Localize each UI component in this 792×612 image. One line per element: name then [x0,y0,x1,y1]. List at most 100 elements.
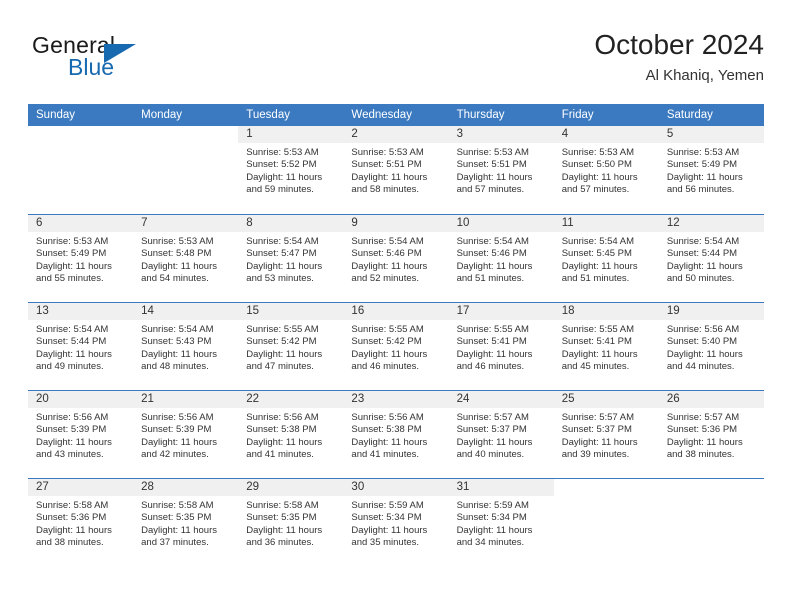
calendar-day-cell[interactable]: 21 Sunrise: 5:56 AM Sunset: 5:39 PM Dayligh… [133,391,239,478]
calendar-day-cell-empty [28,126,134,214]
page-header: General Blue October 2024 Al Khaniq, Yem… [28,28,764,94]
daylight-text-line2: and 51 minutes. [561,273,630,285]
calendar-day-cell[interactable]: 4 Sunrise: 5:53 AM Sunset: 5:50 PM Daylight… [553,126,659,214]
day-number: 17 [456,305,470,317]
daylight-text-line2: and 52 minutes. [351,273,420,285]
sunrise-text: Sunrise: 5:54 AM [36,324,109,335]
sunset-text: Sunset: 5:45 PM [561,248,632,260]
day-number: 19 [666,305,680,317]
day-number: 5 [666,128,674,140]
calendar-page: General Blue October 2024 Al Khaniq, Yem… [0,0,792,612]
sunrise-text: Sunrise: 5:59 AM [456,500,529,511]
calendar-day-cell[interactable]: 9 Sunrise: 5:54 AM Sunset: 5:46 PM Daylight… [343,215,449,302]
day-number-band: 5 [658,126,764,143]
day-number-band: 20 [28,391,134,408]
daylight-text-line2: and 48 minutes. [141,361,209,373]
title-block: October 2024 Al Khaniq, Yemen [594,28,764,87]
sunrise-text: Sunrise: 5:57 AM [561,412,635,423]
day-number: 12 [666,217,680,229]
sunset-text: Sunset: 5:49 PM [36,248,107,260]
calendar-day-cell[interactable]: 16 Sunrise: 5:55 AM Sunset: 5:42 PM Dayligh… [343,303,449,390]
calendar-day-cell[interactable]: 19 Sunrise: 5:56 AM Sunset: 5:40 PM Dayligh… [658,303,764,390]
sunset-text: Sunset: 5:46 PM [456,248,527,260]
daylight-text-line2: and 45 minutes. [561,361,630,373]
calendar-day-cell[interactable]: 28 Sunrise: 5:58 AM Sunset: 5:35 PM Dayligh… [133,479,239,566]
calendar-day-cell[interactable]: 29 Sunrise: 5:58 AM Sunset: 5:35 PM Dayligh… [238,479,344,566]
daylight-text-line1: Daylight: 11 hours [351,436,428,448]
calendar-day-cell[interactable]: 15 Sunrise: 5:55 AM Sunset: 5:42 PM Dayligh… [238,303,344,390]
daylight-text-line1: Daylight: 11 hours [141,260,218,272]
calendar-day-cell[interactable]: 18 Sunrise: 5:55 AM Sunset: 5:41 PM Dayligh… [553,303,659,390]
daylight-text-line2: and 46 minutes. [456,361,525,373]
calendar-day-cell-empty [133,126,239,214]
calendar-day-cell[interactable]: 13 Sunrise: 5:54 AM Sunset: 5:44 PM Dayligh… [28,303,134,390]
calendar-day-cell[interactable]: 26 Sunrise: 5:57 AM Sunset: 5:36 PM Dayligh… [658,391,764,478]
weekday-header-sunday: Sunday [36,109,76,121]
sunrise-text: Sunrise: 5:55 AM [456,324,529,335]
calendar-day-cell[interactable]: 6 Sunrise: 5:53 AM Sunset: 5:49 PM Daylight… [28,215,134,302]
daylight-text-line1: Daylight: 11 hours [561,348,638,360]
day-number: 2 [351,128,358,140]
weeks-container: 1 Sunrise: 5:53 AM Sunset: 5:52 PM Daylight… [28,126,764,566]
calendar-day-cell[interactable]: 2 Sunrise: 5:53 AM Sunset: 5:51 PM Daylight… [343,126,449,214]
day-number-band: 13 [28,303,134,320]
calendar-day-cell[interactable]: 27 Sunrise: 5:58 AM Sunset: 5:36 PM Dayligh… [28,479,134,566]
day-number-band: 28 [133,479,239,496]
calendar-day-cell[interactable]: 30 Sunrise: 5:59 AM Sunset: 5:34 PM Dayligh… [343,479,449,566]
calendar-day-cell[interactable]: 24 Sunrise: 5:57 AM Sunset: 5:37 PM Dayligh… [448,391,554,478]
calendar-day-cell[interactable]: 5 Sunrise: 5:53 AM Sunset: 5:49 PM Daylight… [658,126,764,214]
day-number-band: 24 [448,391,554,408]
calendar-day-cell[interactable]: 11 Sunrise: 5:54 AM Sunset: 5:45 PM Dayligh… [553,215,659,302]
day-number-band: 6 [28,215,134,232]
page-subtitle-location: Al Khaniq, Yemen [645,67,764,84]
sunrise-text: Sunrise: 5:54 AM [666,236,740,247]
daylight-text-line1: Daylight: 11 hours [36,436,112,448]
calendar-day-cell[interactable]: 31 Sunrise: 5:59 AM Sunset: 5:34 PM Dayligh… [448,479,554,566]
day-number-band: 25 [553,391,659,408]
calendar-day-cell-empty [553,479,659,566]
weekday-header-thursday: Thursday [456,109,505,121]
calendar-day-cell[interactable]: 12 Sunrise: 5:54 AM Sunset: 5:44 PM Dayligh… [658,215,764,302]
day-sun-info: Sunrise: 5:57 AM Sunset: 5:37 PM Daylight:… [554,408,659,462]
sunrise-text: Sunrise: 5:57 AM [666,412,740,423]
calendar-day-cell[interactable]: 22 Sunrise: 5:56 AM Sunset: 5:38 PM Dayligh… [238,391,344,478]
day-number: 9 [351,217,358,229]
day-number-band: 4 [553,126,659,143]
sunrise-text: Sunrise: 5:53 AM [351,147,424,158]
day-number: 1 [246,128,253,140]
day-sun-info: Sunrise: 5:58 AM Sunset: 5:35 PM Daylight:… [238,496,343,550]
daylight-text-line1: Daylight: 11 hours [246,348,323,360]
daylight-text-line2: and 41 minutes. [246,449,314,461]
calendar-day-cell[interactable]: 23 Sunrise: 5:56 AM Sunset: 5:38 PM Dayligh… [343,391,449,478]
day-sun-info: Sunrise: 5:55 AM Sunset: 5:41 PM Daylight:… [554,320,659,374]
day-sun-info: Sunrise: 5:54 AM Sunset: 5:46 PM Daylight:… [449,232,554,286]
day-sun-info: Sunrise: 5:55 AM Sunset: 5:41 PM Daylight:… [449,320,554,374]
day-number: 14 [141,305,154,317]
calendar-day-cell[interactable]: 25 Sunrise: 5:57 AM Sunset: 5:37 PM Dayligh… [553,391,659,478]
sunset-text: Sunset: 5:34 PM [351,512,422,524]
calendar-day-cell[interactable]: 10 Sunrise: 5:54 AM Sunset: 5:46 PM Dayligh… [448,215,554,302]
day-number-band: 23 [343,391,449,408]
daylight-text-line1: Daylight: 11 hours [456,348,533,360]
daylight-text-line2: and 51 minutes. [456,273,525,285]
calendar-day-cell[interactable]: 14 Sunrise: 5:54 AM Sunset: 5:43 PM Dayligh… [133,303,239,390]
day-number-band: 27 [28,479,134,496]
day-number-band: 8 [238,215,344,232]
calendar-day-cell[interactable]: 3 Sunrise: 5:53 AM Sunset: 5:51 PM Daylight… [448,126,554,214]
day-sun-info: Sunrise: 5:56 AM Sunset: 5:38 PM Daylight:… [343,408,448,462]
calendar-day-cell[interactable]: 7 Sunrise: 5:53 AM Sunset: 5:48 PM Daylight… [133,215,239,302]
day-sun-info: Sunrise: 5:54 AM Sunset: 5:47 PM Daylight:… [238,232,343,286]
day-number-band [28,126,133,143]
daylight-text-line2: and 58 minutes. [351,184,420,196]
day-sun-info: Sunrise: 5:54 AM Sunset: 5:45 PM Daylight:… [554,232,659,286]
calendar-day-cell[interactable]: 20 Sunrise: 5:56 AM Sunset: 5:39 PM Dayligh… [28,391,134,478]
sunset-text: Sunset: 5:39 PM [36,424,107,436]
day-number-band: 12 [658,215,764,232]
day-sun-info: Sunrise: 5:53 AM Sunset: 5:50 PM Daylight:… [554,143,659,197]
calendar-day-cell[interactable]: 8 Sunrise: 5:54 AM Sunset: 5:47 PM Daylight… [238,215,344,302]
calendar-day-cell[interactable]: 1 Sunrise: 5:53 AM Sunset: 5:52 PM Daylight… [238,126,344,214]
calendar-day-cell[interactable]: 17 Sunrise: 5:55 AM Sunset: 5:41 PM Dayligh… [448,303,554,390]
day-number: 29 [246,481,260,493]
calendar-week-row: 13 Sunrise: 5:54 AM Sunset: 5:44 PM Dayligh… [28,302,764,390]
daylight-text-line2: and 59 minutes. [246,184,314,196]
